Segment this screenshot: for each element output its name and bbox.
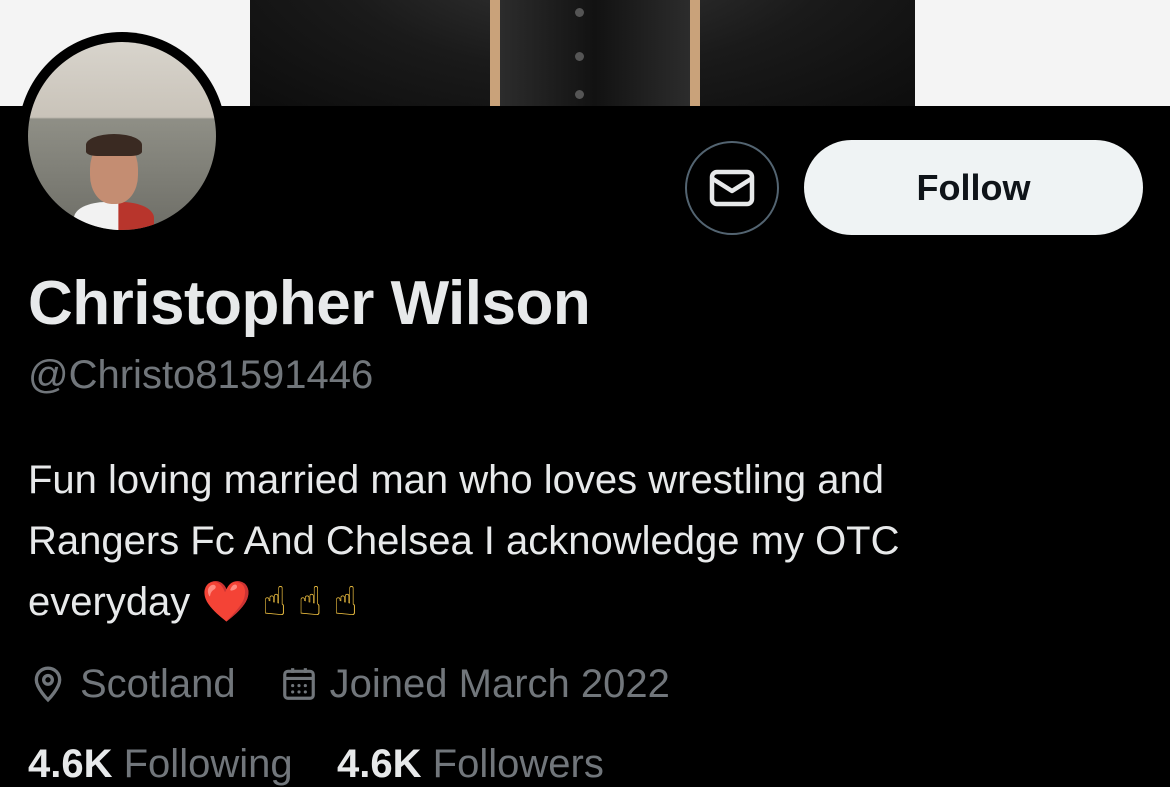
bio-line-text: everyday — [28, 580, 191, 624]
following-label: Following — [123, 742, 293, 786]
avatar-hair — [86, 134, 142, 156]
avatar-photo — [28, 42, 216, 230]
bio: Fun loving married man who loves wrestli… — [28, 450, 1028, 633]
joined-date: Joined March 2022 — [280, 662, 670, 707]
following-link[interactable]: 4.6K Following — [28, 742, 293, 786]
display-name: Christopher Wilson — [28, 269, 591, 338]
location: Scotland — [28, 662, 236, 707]
bio-line: Fun loving married man who loves wrestli… — [28, 458, 884, 502]
heart-emoji-icon: ❤️ — [201, 579, 252, 625]
bio-line: Rangers Fc And Chelsea I acknowledge my … — [28, 519, 900, 563]
calendar-icon — [282, 668, 315, 700]
location-pin-icon — [34, 666, 62, 703]
index-pointing-up-emoji-icon: ☝ — [333, 579, 358, 625]
message-button[interactable] — [685, 141, 779, 235]
index-pointing-up-emoji-icon: ☝ — [297, 579, 323, 625]
banner-shirt-button — [575, 8, 584, 17]
location-text: Scotland — [80, 661, 236, 706]
profile-meta: Scotland Joined March 2022 — [28, 658, 670, 710]
follow-button[interactable]: Follow — [804, 140, 1143, 235]
joined-text: Joined March 2022 — [329, 661, 670, 706]
banner-shirt-button — [575, 90, 584, 99]
handle: @Christo81591446 — [28, 353, 374, 397]
following-count: 4.6K — [28, 742, 113, 786]
avatar-body — [74, 202, 154, 230]
banner-shirt — [490, 0, 700, 106]
index-pointing-up-emoji-icon: ☝ — [262, 579, 287, 625]
follow-stats: 4.6K Following 4.6K Followers — [28, 742, 604, 787]
followers-link[interactable]: 4.6K Followers — [337, 742, 604, 786]
avatar[interactable] — [18, 32, 226, 240]
followers-count: 4.6K — [337, 742, 422, 786]
followers-label: Followers — [432, 742, 604, 786]
banner-shirt-button — [575, 52, 584, 61]
bio-line: everyday ❤️ ☝ ☝ ☝ — [28, 572, 1028, 633]
envelope-icon — [709, 169, 755, 207]
